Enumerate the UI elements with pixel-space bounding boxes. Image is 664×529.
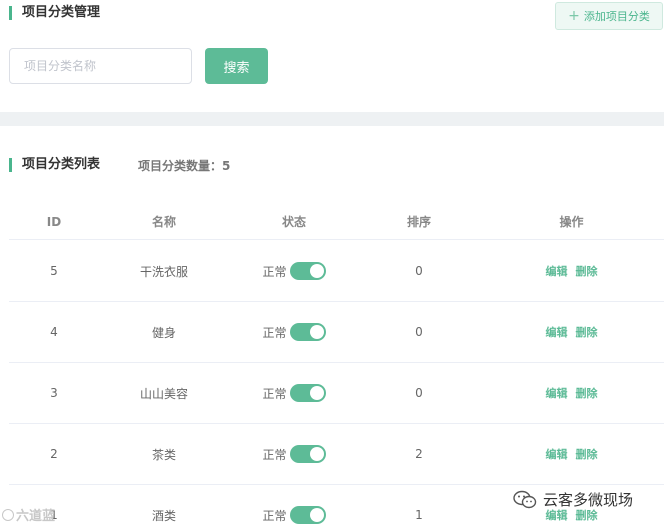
column-header-name: 名称 [151,215,176,229]
status-text: 正常 [262,386,287,401]
add-category-button[interactable]: + 添加项目分类 [555,2,663,30]
search-panel: 项目分类管理 + 添加项目分类 搜索 [0,0,664,112]
row-actions: 编辑 删除 [479,241,664,301]
row-sort: 0 [415,386,423,400]
row-actions: 编辑 删除 [479,302,664,362]
edit-link[interactable]: 编辑 [546,324,568,340]
category-count-value: 5 [222,159,231,173]
table-row: 4 健身 正常 0 编辑 删除 [9,302,664,363]
row-id: 4 [50,325,58,339]
row-id: 2 [50,447,58,461]
row-sort: 2 [415,447,423,461]
page-title: 项目分类管理 [9,5,100,21]
list-title: 项目分类列表 [9,157,100,173]
status-toggle[interactable] [289,506,326,524]
watermark-circle-icon [2,508,14,521]
column-header-actions: 操作 [559,215,584,229]
edit-link[interactable]: 编辑 [546,385,568,401]
table-header: ID 名称 状态 排序 操作 [9,204,664,240]
table-row: 2 茶类 正常 2 编辑 删除 [9,424,664,485]
row-id: 3 [50,386,58,400]
table-row: 5 干洗衣服 正常 0 编辑 删除 [9,241,664,302]
status-text: 正常 [262,264,287,279]
plus-icon: + [568,8,580,24]
watermark-right-text: 云客多微现场 [543,491,634,509]
category-count: 项目分类数量：5 [138,157,230,174]
category-list-panel: 项目分类列表 项目分类数量：5 ID 名称 状态 排序 操作 5 干洗衣服 正常… [0,126,664,529]
column-header-sort: 排序 [406,215,431,229]
row-status: 正常 [229,424,359,484]
delete-link[interactable]: 删除 [576,263,598,279]
status-text: 正常 [262,325,287,340]
row-actions: 编辑 删除 [479,424,664,484]
row-sort: 1 [415,508,423,522]
row-sort: 0 [415,264,423,278]
status-toggle[interactable] [289,445,326,463]
row-name: 山山美容 [139,386,188,401]
table-row: 3 山山美容 正常 0 编辑 删除 [9,363,664,424]
row-status: 正常 [229,485,359,529]
watermark-left-text: 六道蓝 [16,509,56,524]
add-category-label: 添加项目分类 [583,10,650,23]
row-status: 正常 [229,363,359,423]
delete-link[interactable]: 删除 [576,446,598,462]
status-toggle[interactable] [289,323,326,341]
row-name: 干洗衣服 [139,264,188,279]
watermark-right: 云客多微现场 [513,489,633,510]
row-sort: 0 [415,325,423,339]
status-text: 正常 [262,447,287,462]
row-status: 正常 [229,241,359,301]
category-name-search-input[interactable] [9,48,192,84]
column-header-id: ID [46,214,62,229]
edit-link[interactable]: 编辑 [546,446,568,462]
edit-link[interactable]: 编辑 [546,263,568,279]
row-id: 5 [50,264,58,278]
row-name: 酒类 [151,508,176,523]
watermark-left: 六道蓝 [2,505,55,524]
column-header-status: 状态 [281,215,306,229]
row-name: 茶类 [151,447,176,462]
delete-link[interactable]: 删除 [576,385,598,401]
status-text: 正常 [262,508,287,523]
row-actions: 编辑 删除 [479,363,664,423]
row-status: 正常 [229,302,359,362]
row-name: 健身 [151,325,176,340]
status-toggle[interactable] [289,384,326,402]
status-toggle[interactable] [289,262,326,280]
search-button[interactable]: 搜索 [205,48,268,84]
delete-link[interactable]: 删除 [576,324,598,340]
category-count-label: 项目分类数量： [138,159,223,173]
wechat-icon [513,490,537,508]
